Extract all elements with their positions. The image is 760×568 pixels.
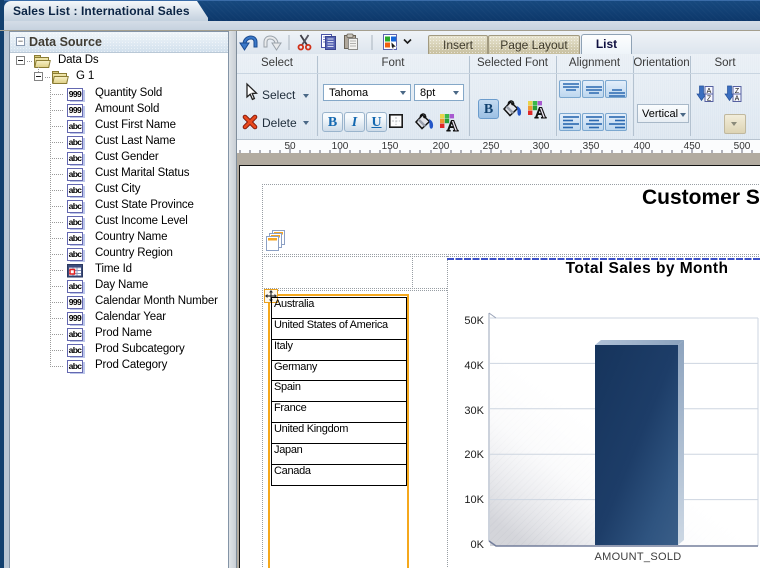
svg-text:A: A xyxy=(735,95,740,102)
svg-text:A: A xyxy=(447,118,459,135)
svg-text:40K: 40K xyxy=(464,360,484,372)
svg-text:20K: 20K xyxy=(464,449,484,461)
svg-text:30K: 30K xyxy=(464,405,484,417)
svg-text:AMOUNT_SOLD: AMOUNT_SOLD xyxy=(594,551,681,563)
svg-text:0K: 0K xyxy=(471,539,485,551)
svg-text:10K: 10K xyxy=(464,494,484,506)
svg-text:A: A xyxy=(535,105,547,122)
svg-text:50K: 50K xyxy=(464,315,484,327)
svg-text:Z: Z xyxy=(707,95,712,102)
